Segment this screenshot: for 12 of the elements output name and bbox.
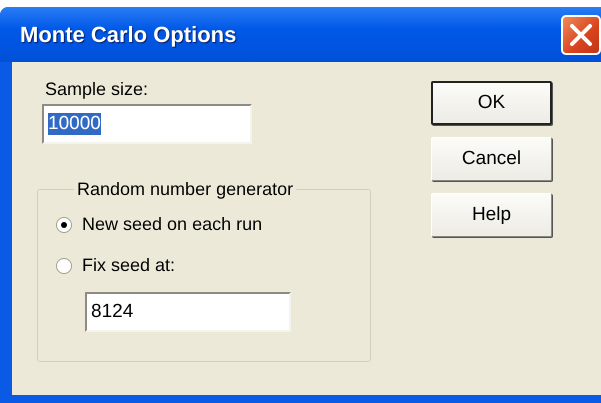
close-icon [569,22,593,46]
dialog-button[interactable]: Help [431,193,552,237]
window-title: Monte Carlo Options [20,22,236,48]
dialog-button[interactable]: Cancel [431,137,552,181]
close-button[interactable] [561,14,601,54]
field-label: Sample size: [45,79,150,100]
dialog-button[interactable]: OK [431,81,552,125]
seed-field[interactable]: 8124 [85,292,291,332]
sample-size-field[interactable]: 10000 [42,104,252,144]
radio-option[interactable]: New seed on each run [56,204,262,245]
group-legend: Random number generator [74,179,296,200]
radio-option[interactable]: Fix seed at: [56,245,176,286]
